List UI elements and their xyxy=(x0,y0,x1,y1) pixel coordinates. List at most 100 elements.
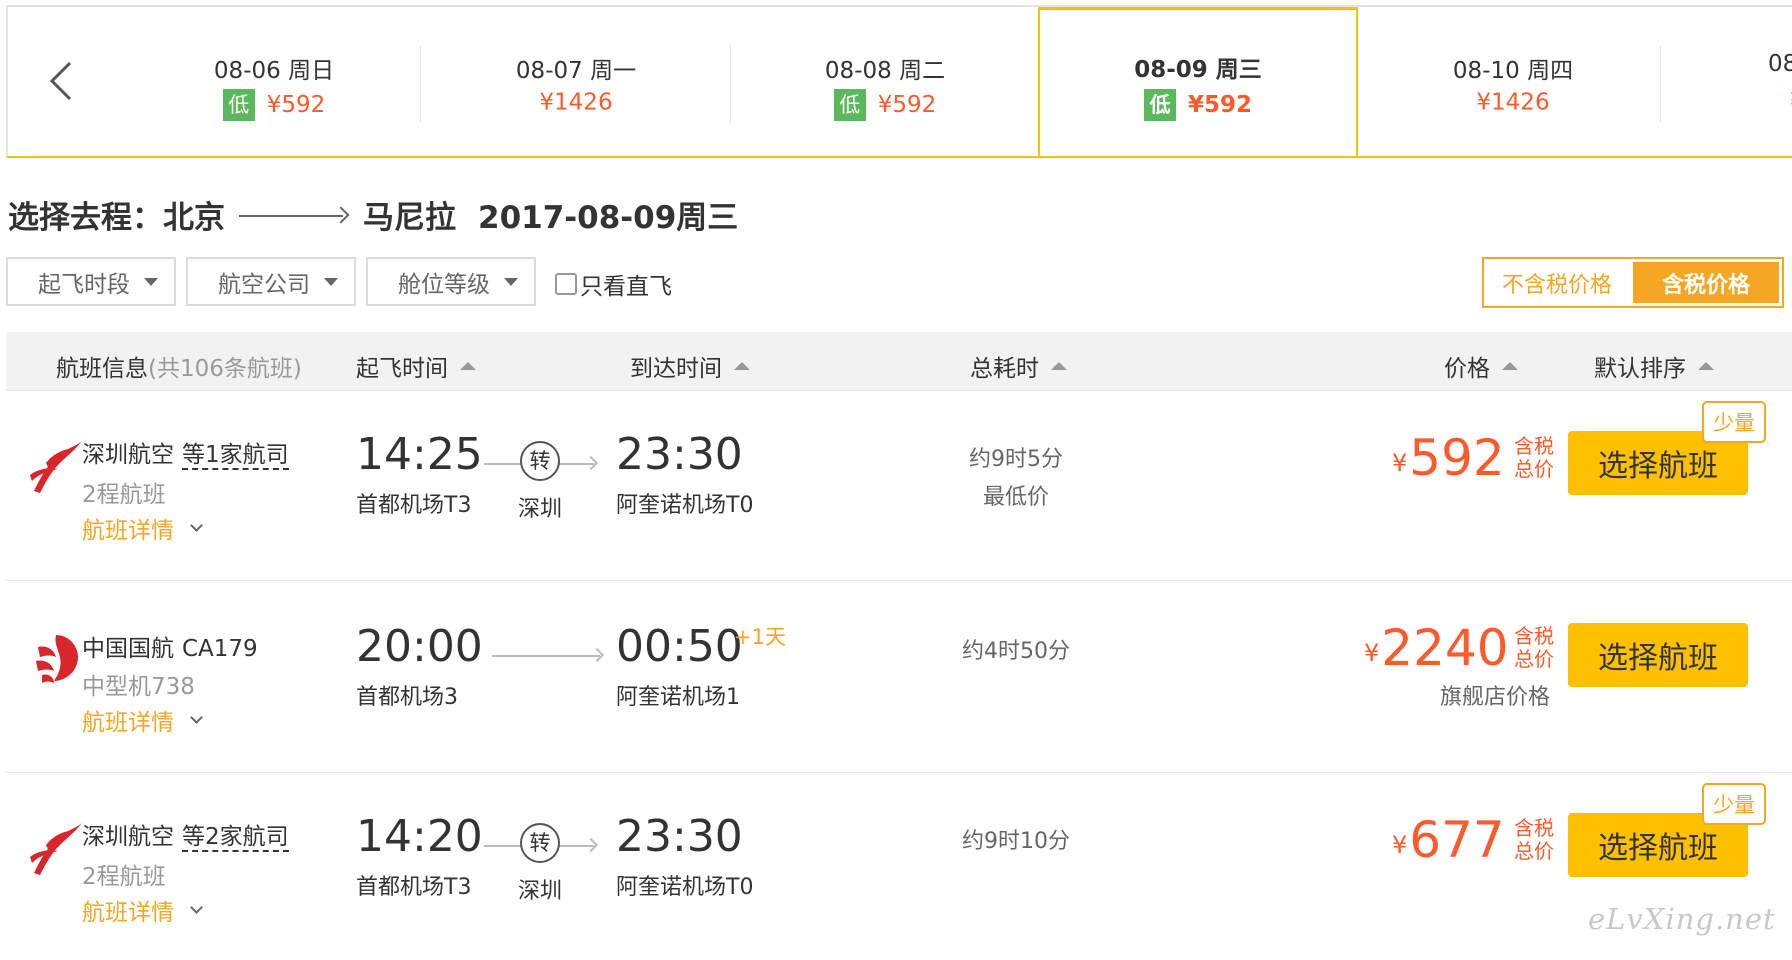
date-label: 08-07 周一 xyxy=(515,58,637,84)
arrive-airport: 阿奎诺机场T0 xyxy=(616,875,754,900)
arrive-time: 00:50 xyxy=(616,621,743,672)
airline-label: 深圳航空 xyxy=(82,824,174,850)
route-title: 选择去程： 北京 马尼拉 2017-08-09周三 xyxy=(8,192,738,237)
sort-asc-icon xyxy=(1698,362,1714,370)
flagship-store-price-note: 旗舰店价格 xyxy=(1440,685,1551,710)
flight-table-header: 航班信息 (共106条航班) 起飞时间 到达时间 总耗时 价格 默认排序 xyxy=(6,332,1792,390)
flight-number: CA179 xyxy=(182,636,258,662)
date-divider xyxy=(730,45,731,123)
currency-symbol: ¥ xyxy=(1364,639,1380,667)
arrive-airport: 阿奎诺机场1 xyxy=(616,685,740,710)
checkbox-icon[interactable] xyxy=(555,273,577,295)
airline-name: 深圳航空 等1家航司 xyxy=(82,435,289,470)
flight-details-toggle[interactable]: 航班详情 xyxy=(82,511,203,545)
airline-filter[interactable]: 航空公司 xyxy=(186,257,356,306)
arrow-right-icon xyxy=(583,455,599,471)
sort-price[interactable]: 价格 xyxy=(1444,349,1518,383)
header-label: 总耗时 xyxy=(970,356,1039,382)
previous-dates-button[interactable] xyxy=(8,7,118,156)
date-tab-0807[interactable]: 08-07 周一 ¥1426 xyxy=(422,7,730,156)
date-price: ¥592 xyxy=(1187,92,1252,118)
depart-airport: 首都机场T3 xyxy=(356,875,472,900)
low-price-badge: 低 xyxy=(833,89,866,121)
date-tab-0809-selected[interactable]: 08-09 周三 低 ¥592 xyxy=(1038,7,1358,156)
flight-row: 深圳航空 等1家航司 2程航班 航班详情 14:25 首都机场T3 转 深圳 23… xyxy=(6,390,1792,580)
codeshare-link[interactable]: 等1家航司 xyxy=(182,442,289,470)
currency-symbol: ¥ xyxy=(1392,449,1408,477)
arrive-time: 23:30 xyxy=(616,811,743,862)
direct-only-checkbox[interactable]: 只看直飞 xyxy=(555,267,672,301)
flight-details-toggle[interactable]: 航班详情 xyxy=(82,893,203,927)
header-label: 默认排序 xyxy=(1594,356,1686,382)
sort-asc-icon xyxy=(1502,362,1518,370)
sort-default[interactable]: 默认排序 xyxy=(1594,349,1714,383)
caret-down-icon xyxy=(144,277,158,286)
airline-name: 深圳航空 等2家航司 xyxy=(82,817,289,852)
date-label: 08- xyxy=(1768,51,1792,77)
arrow-right-icon xyxy=(583,837,599,853)
arrive-time: 23:30 xyxy=(616,429,743,480)
flight-path-line xyxy=(492,647,605,663)
cabin-class-filter[interactable]: 舱位等级 xyxy=(366,257,536,306)
route-origin: 北京 xyxy=(163,200,225,236)
caret-down-icon xyxy=(504,277,518,286)
caret-down-icon xyxy=(324,277,338,286)
tax-included-label: 含税 总价 xyxy=(1514,434,1554,481)
sort-arrive-time[interactable]: 到达时间 xyxy=(630,349,750,383)
depart-time: 14:20 xyxy=(356,811,483,862)
date-tab-next[interactable]: 08- ¥ xyxy=(1662,7,1792,156)
sort-asc-icon xyxy=(460,362,476,370)
flight-details-toggle[interactable]: 航班详情 xyxy=(82,703,203,737)
date-divider xyxy=(420,45,421,123)
chevron-down-icon xyxy=(190,900,203,914)
route-date: 2017-08-09周三 xyxy=(478,200,739,236)
shenzhen-airlines-logo xyxy=(30,823,82,875)
price-excl-tax-option[interactable]: 不含税价格 xyxy=(1484,259,1630,306)
depart-time: 14:25 xyxy=(356,429,483,480)
date-price: ¥1426 xyxy=(539,89,613,116)
flight-price: ¥2240 xyxy=(1364,619,1509,677)
sort-asc-icon xyxy=(1051,362,1067,370)
tax-included-label: 含税 总价 xyxy=(1514,624,1554,671)
flight-count: (共106条航班) xyxy=(148,356,302,382)
filter-label: 航空公司 xyxy=(218,271,310,298)
price-amount: 677 xyxy=(1409,811,1505,869)
date-label: 08-10 周四 xyxy=(1452,58,1574,84)
airline-label: 中国国航 xyxy=(82,636,174,662)
arrow-right-icon xyxy=(589,647,605,663)
filter-label: 舱位等级 xyxy=(398,271,490,298)
date-label: 08-06 周日 xyxy=(213,58,335,84)
date-strip: 08-06 周日 低 ¥592 08-07 周一 ¥1426 08-08 周二 低… xyxy=(6,5,1792,158)
date-tab-0810[interactable]: 08-10 周四 ¥1426 xyxy=(1358,7,1668,156)
chevron-down-icon xyxy=(190,518,203,532)
transfer-city: 深圳 xyxy=(518,879,563,904)
transfer-badge: 转 xyxy=(520,823,560,863)
date-tab-0808[interactable]: 08-08 周二 低 ¥592 xyxy=(732,7,1038,156)
arrow-right-icon xyxy=(239,205,349,225)
transfer-city: 深圳 xyxy=(518,497,563,522)
sort-duration[interactable]: 总耗时 xyxy=(970,349,1067,383)
price-incl-tax-option[interactable]: 含税价格 xyxy=(1633,262,1779,303)
depart-airport: 首都机场3 xyxy=(356,685,458,710)
direct-only-label: 只看直飞 xyxy=(580,274,672,300)
price-mode-toggle: 不含税价格 含税价格 xyxy=(1482,257,1784,308)
flight-duration: 约9时10分 xyxy=(962,829,1070,854)
header-label: 航班信息 xyxy=(56,356,148,382)
arrive-airport: 阿奎诺机场T0 xyxy=(616,493,754,518)
codeshare-link[interactable]: 等2家航司 xyxy=(182,824,289,852)
select-flight-button[interactable]: 选择航班 xyxy=(1568,623,1748,687)
departure-time-filter[interactable]: 起飞时段 xyxy=(6,257,176,306)
date-price: ¥592 xyxy=(877,92,937,118)
airline-name: 中国国航 CA179 xyxy=(82,629,258,663)
sort-depart-time[interactable]: 起飞时间 xyxy=(356,349,476,383)
details-label: 航班详情 xyxy=(82,900,174,926)
header-label: 到达时间 xyxy=(630,356,722,382)
air-china-logo xyxy=(36,635,78,683)
depart-airport: 首都机场T3 xyxy=(356,493,472,518)
sort-asc-icon xyxy=(734,362,750,370)
date-tab-0806[interactable]: 08-06 周日 低 ¥592 xyxy=(130,7,418,156)
low-price-badge: 低 xyxy=(222,89,255,121)
header-flight-info: 航班信息 (共106条航班) xyxy=(56,349,302,383)
currency-symbol: ¥ xyxy=(1392,831,1408,859)
airline-label: 深圳航空 xyxy=(82,442,174,468)
